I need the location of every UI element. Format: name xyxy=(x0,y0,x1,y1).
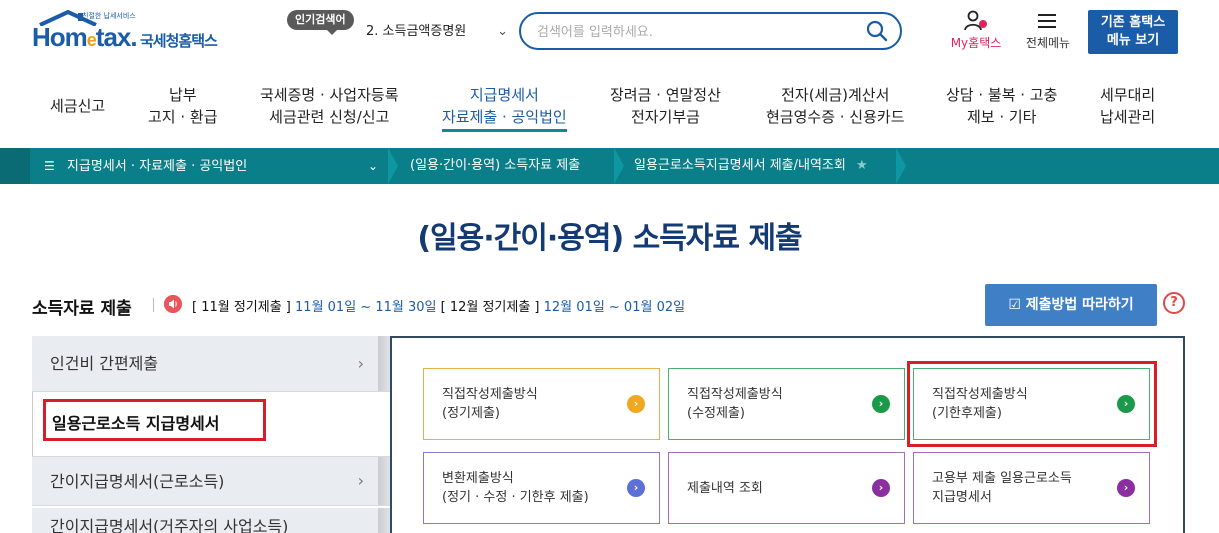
gnb-item-sublabel: 고지 · 환급 xyxy=(148,108,218,126)
gnb-item-label: 전자(세금)계산서 xyxy=(781,86,890,104)
gnb-item-tax-agent[interactable]: 세무대리 납세관리 xyxy=(1100,84,1155,128)
section-title: 소득자료 제출 xyxy=(32,299,132,319)
breadcrumb-step-label: 일용근로소득지급명세서 제출/내역조회 xyxy=(634,158,846,173)
breadcrumb-separator xyxy=(614,148,626,184)
breadcrumb-home-block xyxy=(0,148,30,184)
all-menu-label: 전체메뉴 xyxy=(1025,36,1071,50)
header: 친절한 납세서비스 Hometax. 국세청홈택스 인기검색어 2. 소득금액증… xyxy=(0,0,1219,66)
gnb-item-label: 납부 xyxy=(168,86,197,104)
gnb-item-sublabel: 납세관리 xyxy=(1100,108,1156,126)
side-item-label: 인건비 간편제출 xyxy=(50,354,159,373)
schedule-1-label: [ 11월 정기제출 ] xyxy=(192,300,291,315)
gnb-item-sublabel: 제보 · 기타 xyxy=(966,108,1037,126)
chevron-down-icon[interactable]: ⌄ xyxy=(368,148,378,184)
gnb-item-label: 국세증명 · 사업자등록 xyxy=(260,86,399,104)
highlight-box xyxy=(43,399,266,441)
gnb-item-certificate[interactable]: 국세증명 · 사업자등록 세금관련 신청/신고 xyxy=(260,84,399,128)
schedule-1-range: 11월 01일 ~ 11월 30일 xyxy=(295,300,437,315)
card-subtitle: (수정제출) xyxy=(687,406,745,421)
side-item-labor-cost[interactable]: 인건비 간편제출 › xyxy=(32,336,390,392)
hamburger-icon: ☰ xyxy=(44,159,55,173)
chevron-down-icon: ⌄ xyxy=(497,24,508,39)
gnb-item-sublabel: 현금영수증 · 신용카드 xyxy=(766,108,905,126)
hometax-logo[interactable]: 친절한 납세서비스 Hometax. 국세청홈택스 xyxy=(32,10,232,54)
gnb-item-label: 지급명세서 xyxy=(469,86,539,104)
gnb-item-label: 세무대리 xyxy=(1100,86,1156,104)
card-subtitle: (정기 · 수정 · 기한후 제출) xyxy=(442,490,589,505)
gnb-item-payment[interactable]: 납부 고지 · 환급 xyxy=(148,84,218,128)
my-hometax-button[interactable]: My홈택스 xyxy=(944,10,1008,54)
side-item-label: 간이지급명세서(근로소득) xyxy=(50,472,225,491)
speaker-icon xyxy=(164,295,182,313)
gnb-item-invoice[interactable]: 전자(세금)계산서 현금영수증 · 신용카드 xyxy=(766,84,905,128)
chevron-right-circle-icon: › xyxy=(627,395,645,413)
breadcrumb-menu-label: 지급명세서 · 자료제출 · 공익법인 xyxy=(66,159,248,174)
my-hometax-label: My홈택스 xyxy=(950,36,1002,50)
chevron-right-icon: › xyxy=(357,471,364,490)
card-conversion-submission[interactable]: 변환제출방식 (정기 · 수정 · 기한후 제출) › xyxy=(423,452,660,524)
side-item-simple-statement-earned[interactable]: 간이지급명세서(근로소득) › xyxy=(32,456,390,506)
old-hometax-menu-button[interactable]: 기존 홈택스 메뉴 보기 xyxy=(1088,10,1178,54)
favorite-star-icon[interactable]: ★ xyxy=(856,158,868,173)
highlight-box xyxy=(907,361,1157,447)
chevron-right-circle-icon: › xyxy=(872,395,890,413)
card-labor-ministry-statement[interactable]: 고용부 제출 일용근로소득 지급명세서 › xyxy=(913,452,1150,524)
side-item-label: 간이지급명세서(거주자의 사업소득) xyxy=(50,517,289,533)
hamburger-icon xyxy=(1038,14,1056,28)
gnb-item-sublabel: 전자기부금 xyxy=(630,108,700,126)
card-regular-submission[interactable]: 직접작성제출방식 (정기제출) › xyxy=(423,368,660,440)
breadcrumb-step-label: (일용·간이·용역) 소득자료 제출 xyxy=(410,158,581,173)
chevron-right-circle-icon: › xyxy=(627,479,645,497)
side-menu: 인건비 간편제출 › 간이지급명세서(근로소득) › 간이지급명세서(거주자의 … xyxy=(32,336,390,533)
section-header: 소득자료 제출 [ 11월 정기제출 ] 11월 01일 ~ 11월 30일 [… xyxy=(32,284,1192,326)
popular-search-value: 2. 소득금액증명원 xyxy=(366,24,467,39)
chevron-right-circle-icon: › xyxy=(872,479,890,497)
follow-guide-label: 제출방법 따라하기 xyxy=(1025,297,1134,313)
gnb-item-incentive[interactable]: 장려금 · 연말정산 전자기부금 xyxy=(610,84,721,128)
gnb-item-sublabel: 세금관련 신청/신고 xyxy=(269,108,390,126)
side-item-simple-statement-business[interactable]: 간이지급명세서(거주자의 사업소득) xyxy=(32,508,390,533)
follow-guide-button[interactable]: ☑ 제출방법 따라하기 xyxy=(985,284,1157,326)
breadcrumb-step-1[interactable]: (일용·간이·용역) 소득자료 제출 xyxy=(410,148,580,184)
divider xyxy=(153,298,154,312)
gnb-item-label: 상담 · 불복 · 고충 xyxy=(946,86,1058,104)
card-submission-history[interactable]: 제출내역 조회 › xyxy=(668,452,905,524)
active-underline xyxy=(442,129,567,132)
gnb-item-sublabel: 자료제출 · 공익법인 xyxy=(442,108,567,126)
submission-schedule: [ 11월 정기제출 ] 11월 01일 ~ 11월 30일 [ 12월 정기제… xyxy=(192,296,685,315)
schedule-2-label: [ 12월 정기제출 ] xyxy=(440,300,540,315)
breadcrumb-menu[interactable]: ☰ 지급명세서 · 자료제출 · 공익법인 xyxy=(44,148,247,185)
global-nav: 세금신고 납부 고지 · 환급 국세증명 · 사업자등록 세금관련 신청/신고 … xyxy=(0,84,1219,144)
user-icon xyxy=(964,10,987,31)
old-hometax-line2: 메뉴 보기 xyxy=(1106,33,1160,48)
all-menu-button[interactable]: 전체메뉴 xyxy=(1016,10,1080,54)
search-box xyxy=(519,12,902,50)
breadcrumb-separator xyxy=(896,148,908,184)
gnb-item-consulting[interactable]: 상담 · 불복 · 고충 제보 · 기타 xyxy=(946,84,1057,128)
gnb-item-label: 세금신고 xyxy=(50,97,106,115)
breadcrumb-separator xyxy=(388,148,400,184)
popular-search-select[interactable]: 2. 소득금액증명원 ⌄ xyxy=(362,20,512,44)
chevron-right-circle-icon: › xyxy=(1117,479,1135,497)
card-subtitle: 지급명세서 xyxy=(932,490,992,505)
card-subtitle: (정기제출) xyxy=(442,406,500,421)
page-title: (일용·간이·용역) 소득자료 제출 xyxy=(417,221,802,256)
help-icon[interactable]: ? xyxy=(1163,292,1185,314)
logo-tagline: 친절한 납세서비스 xyxy=(82,12,136,20)
search-icon[interactable] xyxy=(866,20,888,42)
popular-search-badge: 인기검색어 xyxy=(287,10,354,35)
search-input[interactable] xyxy=(537,22,857,42)
chevron-right-icon: › xyxy=(357,353,364,373)
breadcrumb: ☰ 지급명세서 · 자료제출 · 공익법인 ⌄ (일용·간이·용역) 소득자료 … xyxy=(0,148,1219,184)
gnb-item-payment-statement[interactable]: 지급명세서 자료제출 · 공익법인 xyxy=(442,84,567,132)
breadcrumb-step-2[interactable]: 일용근로소득지급명세서 제출/내역조회 ★ xyxy=(634,148,868,184)
card-amended-submission[interactable]: 직접작성제출방식 (수정제출) › xyxy=(668,368,905,440)
logo-korean-name: 국세청홈택스 xyxy=(140,32,218,50)
checkbox-edit-icon: ☑ xyxy=(1008,297,1026,313)
gnb-item-label: 장려금 · 연말정산 xyxy=(610,86,721,104)
gnb-item-tax-report[interactable]: 세금신고 xyxy=(50,95,105,117)
old-hometax-line1: 기존 홈택스 xyxy=(1100,15,1166,30)
logo-wordmark: Hometax. xyxy=(32,22,138,52)
schedule-2-range: 12월 01일 ~ 01월 02일 xyxy=(543,300,686,315)
